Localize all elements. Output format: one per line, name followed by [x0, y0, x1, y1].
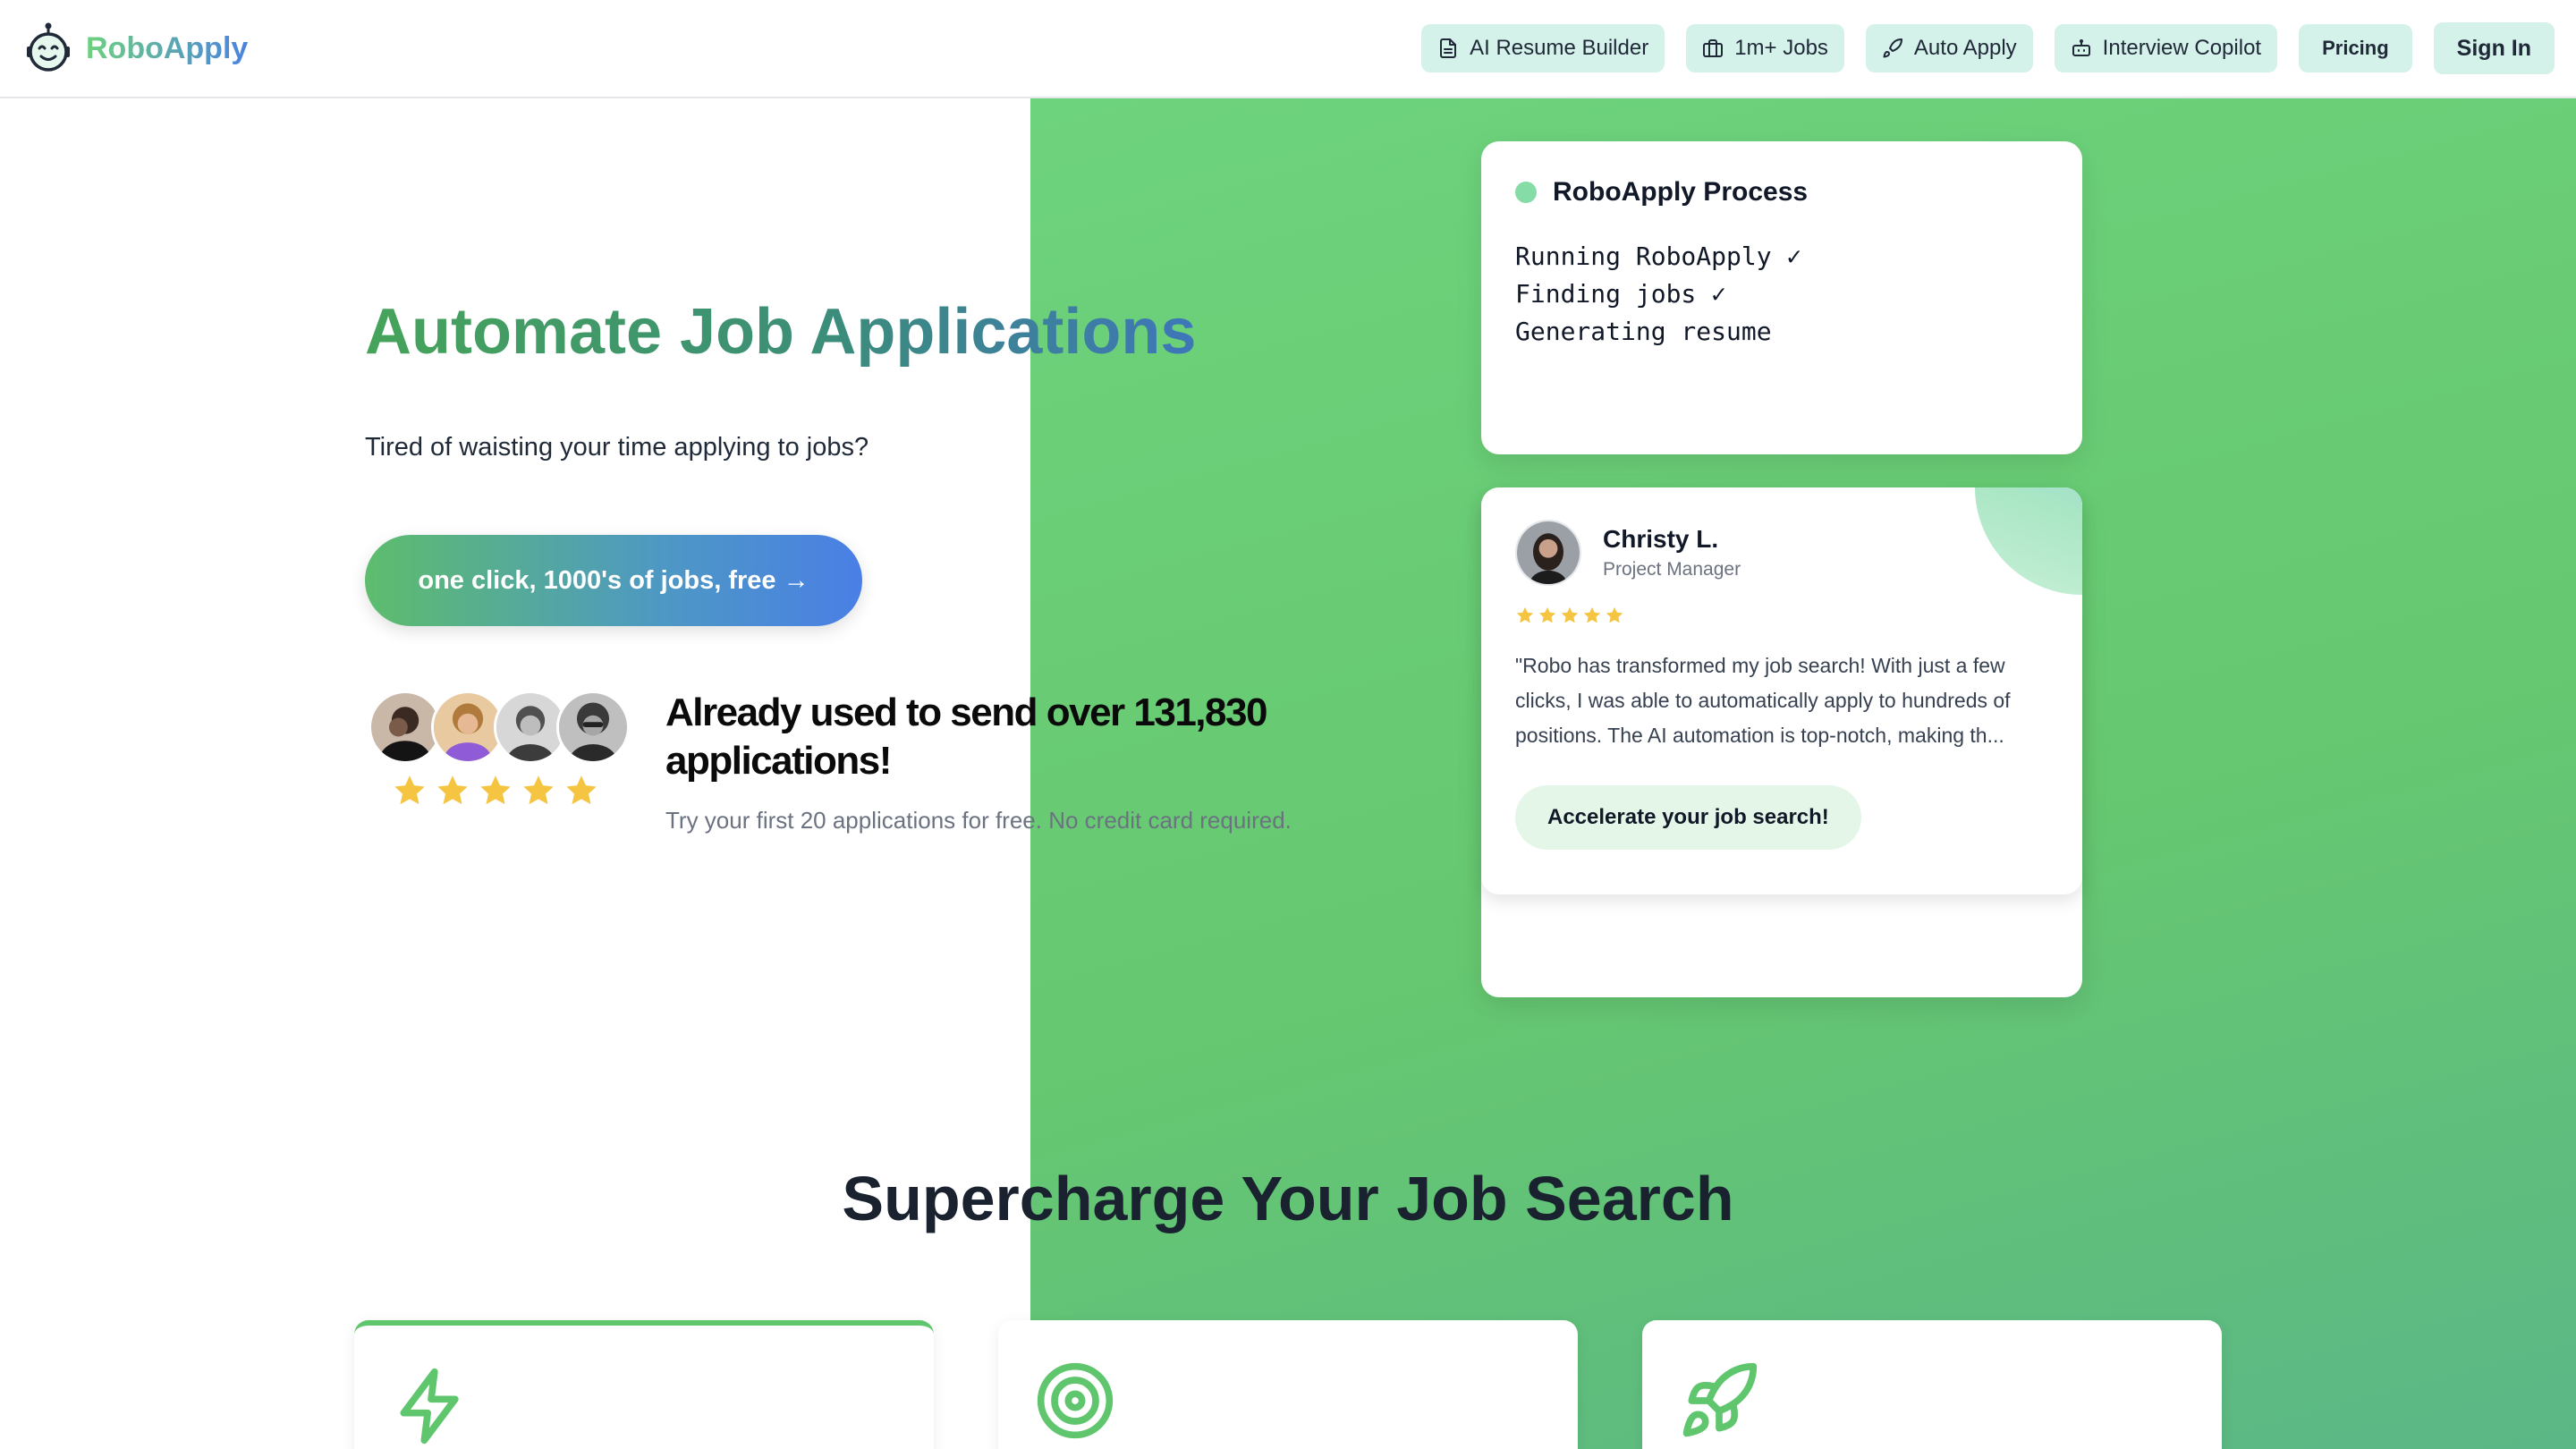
brand-logo[interactable]: RoboApply [21, 21, 248, 75]
section-title: Supercharge Your Job Search [842, 1164, 1734, 1233]
sign-in-button[interactable]: Sign In [2433, 22, 2555, 74]
avatar [556, 691, 630, 764]
main-nav: AI Resume Builder 1m+ Jobs Auto Apply In… [1421, 22, 2555, 74]
robot-face-icon [27, 22, 70, 72]
star-icon [566, 775, 597, 805]
star-icon [480, 775, 511, 805]
target-icon [1037, 1362, 1114, 1439]
testimonial-role: Project Manager [1603, 559, 1741, 580]
top-navbar: RoboApply AI Resume Builder 1m+ Jobs Aut… [0, 0, 2576, 98]
nav-jobs[interactable]: 1m+ Jobs [1686, 24, 1844, 72]
star-icon [437, 775, 468, 805]
bot-icon [2072, 39, 2090, 56]
process-card: RoboApply Process Running RoboApply ✓ Fi… [1481, 141, 2082, 454]
star-icon [1561, 606, 1579, 623]
lightning-icon [400, 1368, 459, 1445]
nav-label: Auto Apply [1913, 36, 2017, 60]
brand-name: RoboApply [86, 30, 249, 65]
star-icon [394, 775, 425, 805]
feature-card[interactable] [1642, 1320, 2222, 1449]
status-dot [1515, 182, 1537, 203]
star-icon [1583, 606, 1601, 623]
star-icon [1606, 606, 1623, 623]
nav-label: Interview Copilot [2102, 36, 2262, 60]
feature-card[interactable] [354, 1320, 934, 1449]
social-proof-subtitle: Try your first 20 applications for free.… [665, 807, 1292, 834]
nav-auto-apply[interactable]: Auto Apply [1865, 24, 2033, 72]
accelerate-button[interactable]: Accelerate your job search! [1515, 785, 1861, 850]
process-title: RoboApply Process [1553, 177, 1809, 207]
cta-button[interactable]: one click, 1000's of jobs, free → [365, 535, 862, 626]
process-line: Finding jobs ✓ [1515, 279, 1727, 309]
process-line: Running RoboApply ✓ [1515, 242, 1802, 271]
rocket-icon [1682, 1362, 1758, 1437]
testimonial-quote: "Robo has transformed my job search! Wit… [1515, 654, 2011, 747]
nav-interview-copilot[interactable]: Interview Copilot [2054, 24, 2278, 72]
process-line: Generating resume [1515, 317, 1772, 346]
testimonial-card: Christy L. Project Manager "Robo has tra… [1481, 487, 2082, 894]
rocket-icon [1883, 38, 1902, 58]
social-proof-title: Already used to send over 131,830 applic… [665, 691, 1267, 783]
testimonial-rating [1515, 606, 2048, 625]
star-icon [1538, 606, 1556, 623]
nav-label: AI Resume Builder [1470, 36, 1649, 60]
testimonial-avatar [1515, 520, 1581, 586]
nav-ai-resume-builder[interactable]: AI Resume Builder [1421, 24, 1665, 72]
hero-subtitle: Tired of waisting your time applying to … [365, 433, 869, 462]
rating-stars [392, 773, 599, 809]
star-icon [523, 775, 554, 805]
feature-card[interactable] [998, 1320, 1578, 1449]
testimonial-name: Christy L. [1603, 525, 1719, 553]
document-icon [1440, 38, 1457, 58]
hero-title: Automate Job Applications [365, 293, 1259, 370]
process-log: Running RoboApply ✓ Finding jobs ✓ Gener… [1515, 238, 2048, 351]
nav-label: 1m+ Jobs [1734, 36, 1828, 60]
star-icon [1516, 606, 1534, 623]
briefcase-icon [1703, 39, 1724, 57]
nav-pricing[interactable]: Pricing [2299, 24, 2412, 72]
